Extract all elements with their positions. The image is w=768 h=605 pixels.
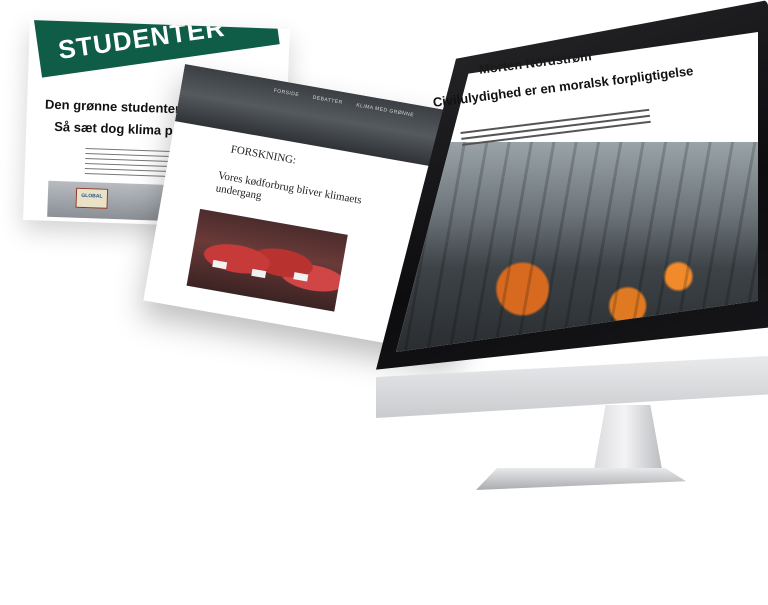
banner-title: STUDENTER [56, 20, 227, 65]
sign-text: GLOBAL [81, 192, 103, 200]
meat-photo [186, 208, 348, 312]
nav-item-debatter[interactable]: DEBATTER [312, 95, 343, 106]
leaf-icon [250, 20, 268, 26]
nav-item-forside[interactable]: FORSIDE [273, 88, 299, 98]
price-tag [251, 268, 267, 279]
monitor-stand-neck [593, 405, 663, 475]
imac-mockup: Morten Nördstrøm Civilulydighed er en mo… [368, 0, 768, 490]
price-tag [212, 259, 228, 270]
monitor-stand-foot [476, 468, 686, 490]
section-label: FORSKNING: [229, 143, 297, 167]
price-tag [293, 272, 309, 282]
monitor-chin [376, 356, 768, 418]
protest-sign: GLOBAL [75, 187, 109, 209]
student-banner: STUDENTER [33, 20, 280, 78]
